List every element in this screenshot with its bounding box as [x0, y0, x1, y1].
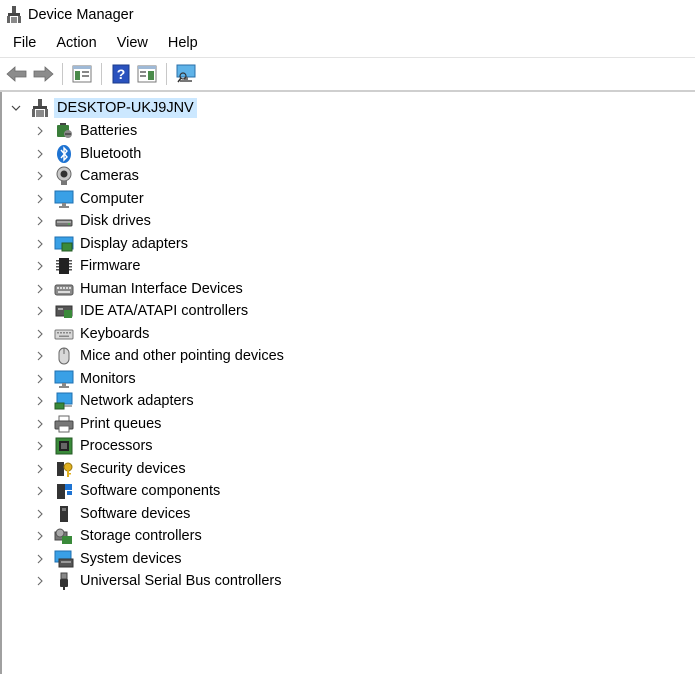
chevron-right-icon[interactable]	[34, 305, 46, 317]
chevron-right-icon[interactable]	[34, 530, 46, 542]
tree-item-label[interactable]: Cameras	[80, 168, 139, 184]
monitor-scan-icon	[176, 64, 196, 83]
display-adapter-icon	[54, 234, 74, 254]
ide-controller-icon	[54, 301, 74, 321]
disk-drive-icon	[54, 211, 74, 231]
hid-icon	[54, 279, 74, 299]
tree-root-label[interactable]: DESKTOP-UKJ9JNV	[54, 98, 197, 118]
back-button[interactable]	[4, 61, 30, 87]
bluetooth-icon	[54, 144, 74, 164]
tree-item-label[interactable]: Mice and other pointing devices	[80, 348, 284, 364]
tree-item-label[interactable]: Bluetooth	[80, 146, 141, 162]
computer-icon	[54, 189, 74, 209]
tree-item-label[interactable]: Security devices	[80, 461, 186, 477]
chevron-right-icon[interactable]	[34, 260, 46, 272]
console-tree-icon	[137, 65, 157, 83]
back-arrow-icon	[6, 66, 27, 82]
tree-item-label[interactable]: IDE ATA/ATAPI controllers	[80, 303, 248, 319]
chevron-right-icon[interactable]	[34, 238, 46, 250]
software-component-icon	[54, 481, 74, 501]
battery-icon	[54, 121, 74, 141]
tree-item-label[interactable]: Human Interface Devices	[80, 281, 243, 297]
device-manager-icon	[7, 6, 21, 23]
forward-arrow-icon	[33, 66, 54, 82]
chevron-right-icon[interactable]	[34, 125, 46, 137]
chevron-right-icon[interactable]	[34, 395, 46, 407]
tree-item-label[interactable]: Network adapters	[80, 393, 194, 409]
menu-action[interactable]: Action	[46, 30, 106, 57]
tree-item-label[interactable]: Firmware	[80, 258, 140, 274]
tree-item-label[interactable]: Universal Serial Bus controllers	[80, 573, 281, 589]
help-button[interactable]: ?	[108, 61, 134, 87]
computer-root-icon	[32, 99, 48, 117]
toolbar-separator	[101, 63, 102, 85]
device-tree-panel: DESKTOP-UKJ9JNV Batteries Bluetooth Camera…	[0, 92, 695, 674]
tree-item-label[interactable]: Software components	[80, 483, 220, 499]
chevron-right-icon[interactable]	[34, 283, 46, 295]
window-title: Device Manager	[28, 7, 134, 23]
processor-icon	[54, 436, 74, 456]
tree-item-label[interactable]: Storage controllers	[80, 528, 202, 544]
firmware-chip-icon	[54, 256, 74, 276]
properties-button[interactable]	[69, 61, 95, 87]
tree-item-label[interactable]: Processors	[80, 438, 153, 454]
tree-item-label[interactable]: Disk drives	[80, 213, 151, 229]
tree-item-label[interactable]: Display adapters	[80, 236, 188, 252]
chevron-right-icon[interactable]	[34, 575, 46, 587]
console-tree-button[interactable]	[134, 61, 160, 87]
toolbar-separator	[62, 63, 63, 85]
tree-item-label[interactable]: Batteries	[80, 123, 137, 139]
forward-button[interactable]	[30, 61, 56, 87]
chevron-right-icon[interactable]	[34, 373, 46, 385]
network-adapter-icon	[54, 391, 74, 411]
printer-icon	[54, 414, 74, 434]
chevron-right-icon[interactable]	[34, 553, 46, 565]
tree-item-label[interactable]: System devices	[80, 551, 182, 567]
title-bar: Device Manager	[0, 0, 695, 30]
help-icon: ?	[112, 64, 130, 84]
toolbar-separator	[166, 63, 167, 85]
chevron-right-icon[interactable]	[34, 508, 46, 520]
toolbar: ?	[0, 58, 695, 92]
storage-controller-icon	[54, 526, 74, 546]
keyboard-icon	[54, 324, 74, 344]
tree-item-label[interactable]: Print queues	[80, 416, 161, 432]
chevron-right-icon[interactable]	[34, 485, 46, 497]
svg-text:?: ?	[117, 66, 126, 82]
chevron-right-icon[interactable]	[34, 418, 46, 430]
menu-help[interactable]: Help	[158, 30, 208, 57]
scan-hardware-button[interactable]	[173, 61, 199, 87]
monitor-icon	[54, 369, 74, 389]
menu-view[interactable]: View	[107, 30, 158, 57]
security-key-icon	[54, 459, 74, 479]
menu-file[interactable]: File	[0, 30, 46, 57]
chevron-right-icon[interactable]	[34, 170, 46, 182]
chevron-right-icon[interactable]	[34, 440, 46, 452]
software-device-icon	[54, 504, 74, 524]
tree-item-label[interactable]: Monitors	[80, 371, 136, 387]
tree-item-label[interactable]: Software devices	[80, 506, 190, 522]
chevron-right-icon[interactable]	[34, 350, 46, 362]
mouse-icon	[54, 346, 74, 366]
chevron-right-icon[interactable]	[34, 215, 46, 227]
chevron-right-icon[interactable]	[34, 328, 46, 340]
chevron-right-icon[interactable]	[34, 463, 46, 475]
properties-icon	[72, 65, 92, 83]
tree-item-label[interactable]: Keyboards	[80, 326, 149, 342]
usb-icon	[54, 571, 74, 591]
chevron-right-icon[interactable]	[34, 193, 46, 205]
chevron-right-icon[interactable]	[34, 148, 46, 160]
menu-bar: File Action View Help	[0, 30, 695, 58]
tree-root[interactable]: DESKTOP-UKJ9JNV	[8, 97, 197, 119]
chevron-down-icon[interactable]	[8, 100, 24, 116]
tree-item-label[interactable]: Computer	[80, 191, 144, 207]
system-device-icon	[54, 549, 74, 569]
camera-icon	[54, 166, 74, 186]
